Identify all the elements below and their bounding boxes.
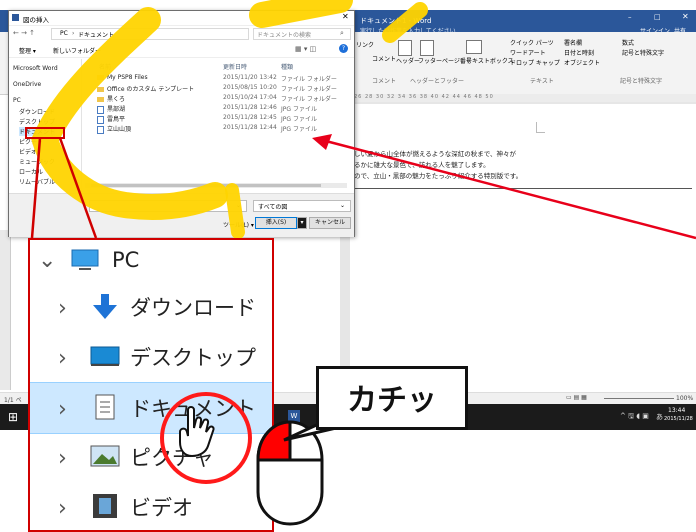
yellow-stroke-left [31, 7, 228, 220]
red-arrow-head [312, 134, 332, 150]
zoomed-nav-panel: ⌄ PC › ダウンロード › デスクトップ › ドキュメント › ピクチャ ›… [28, 238, 274, 532]
callout-text: カチッ [347, 383, 437, 418]
zoom-overlay [160, 392, 252, 484]
hand-cursor-icon [179, 406, 215, 458]
yellow-stroke-right [382, 2, 428, 43]
yellow-stroke-top [249, 0, 353, 28]
yellow-stroke-bottom [225, 183, 245, 239]
click-callout: カチッ [316, 366, 468, 430]
red-arrow-line [321, 138, 696, 240]
